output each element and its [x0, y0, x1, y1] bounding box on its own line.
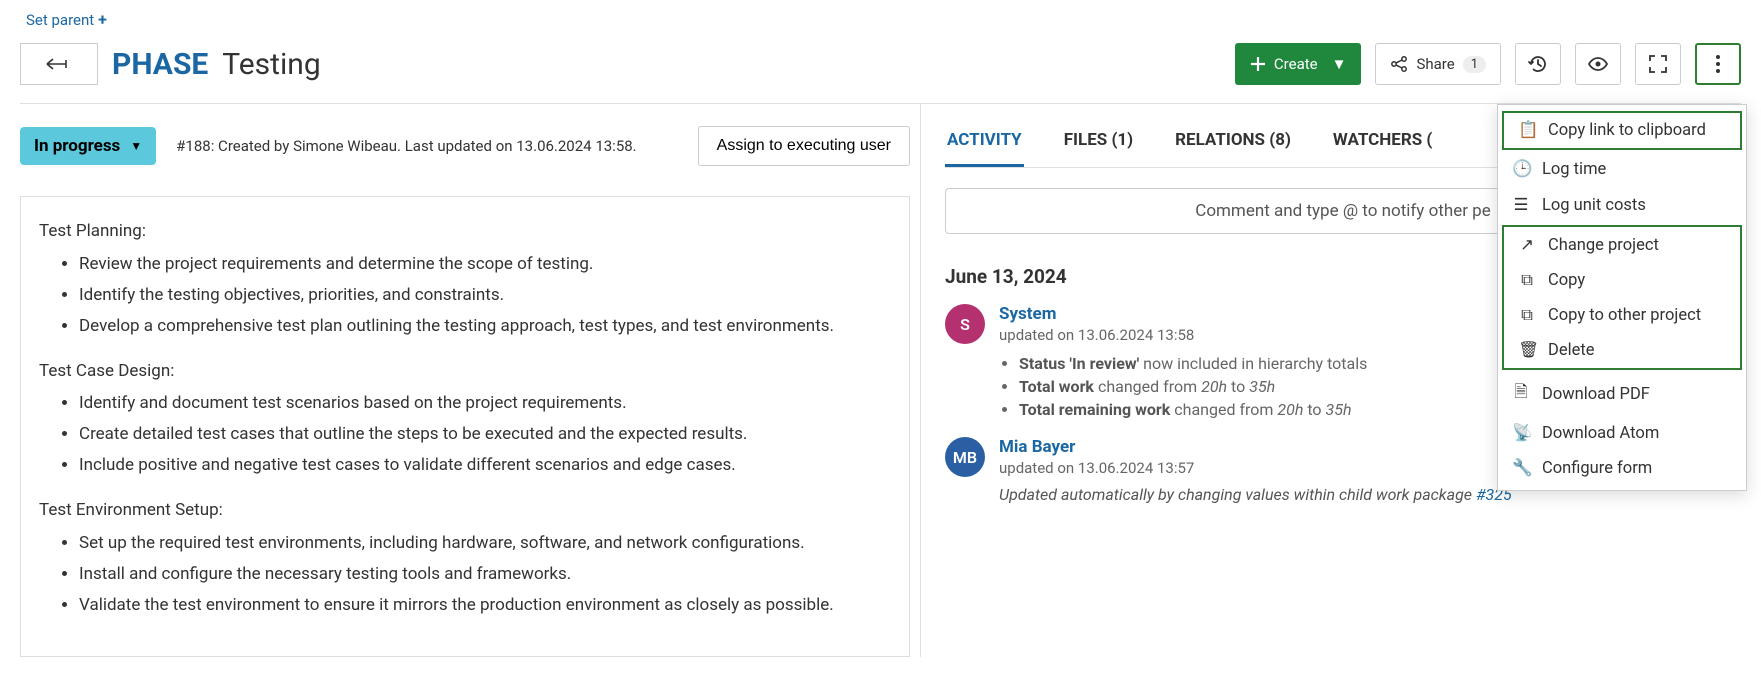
menu-copy-link[interactable]: 📋 Copy link to clipboard — [1504, 113, 1740, 148]
feed-icon: 📡 — [1512, 424, 1530, 443]
desc-heading: Test Case Design: — [39, 357, 891, 386]
tab-watchers[interactable]: WATCHERS ( — [1331, 116, 1434, 167]
desc-heading: Test Planning: — [39, 217, 891, 246]
caret-down-icon: ▼ — [130, 139, 142, 153]
create-label: Create — [1274, 55, 1318, 73]
file-icon: 🗎 — [1512, 380, 1530, 408]
more-menu-button[interactable] — [1695, 43, 1741, 85]
menu-copy-other-project[interactable]: ⧉ Copy to other project — [1504, 298, 1740, 333]
plus-icon: + — [98, 10, 107, 29]
avatar: MB — [945, 437, 985, 477]
share-label: Share — [1416, 55, 1454, 73]
status-dropdown[interactable]: In progress ▼ — [20, 127, 156, 165]
wrench-icon: 🔧 — [1512, 459, 1530, 478]
desc-item: Develop a comprehensive test plan outlin… — [79, 312, 891, 341]
watch-button[interactable] — [1575, 43, 1621, 85]
more-vertical-icon — [1715, 54, 1721, 74]
clock-icon: 🕒 — [1512, 160, 1530, 179]
caret-down-icon: ▼ — [1332, 55, 1347, 73]
share-out-icon: ↗ — [1518, 235, 1536, 255]
clipboard-icon: 📋 — [1518, 121, 1536, 140]
create-button[interactable]: Create ▼ — [1235, 43, 1362, 85]
share-icon — [1390, 55, 1408, 73]
tab-activity[interactable]: ACTIVITY — [945, 116, 1024, 167]
menu-copy[interactable]: ⧉ Copy — [1504, 263, 1740, 298]
desc-item: Install and configure the necessary test… — [79, 560, 891, 589]
entry-user-link[interactable]: System — [999, 304, 1056, 324]
page-title[interactable]: Testing — [222, 47, 320, 82]
fullscreen-button[interactable] — [1635, 43, 1681, 85]
desc-item: Set up the required test environments, i… — [79, 529, 891, 558]
menu-delete[interactable]: 🗑 Delete — [1504, 333, 1740, 368]
history-button[interactable] — [1515, 43, 1561, 85]
menu-log-unit-costs[interactable]: ☰ Log unit costs — [1498, 187, 1746, 223]
menu-configure-form[interactable]: 🔧 Configure form — [1498, 451, 1746, 486]
trash-icon: 🗑 — [1518, 341, 1536, 360]
avatar: S — [945, 304, 985, 344]
history-icon — [1527, 53, 1549, 75]
menu-download-atom[interactable]: 📡 Download Atom — [1498, 416, 1746, 451]
set-parent-label: Set parent — [26, 11, 94, 29]
desc-heading: Test Environment Setup: — [39, 496, 891, 525]
activity-date: June 13, 2024 — [945, 265, 1067, 288]
desc-item: Identify and document test scenarios bas… — [79, 389, 891, 418]
tab-relations[interactable]: RELATIONS (8) — [1173, 116, 1293, 167]
set-parent-link[interactable]: Set parent + — [20, 0, 107, 35]
more-menu-dropdown: 📋 Copy link to clipboard 🕒 Log time ☰ Lo… — [1497, 104, 1747, 491]
eye-icon — [1587, 53, 1609, 75]
share-count: 1 — [1463, 56, 1486, 73]
tab-files[interactable]: FILES (1) — [1062, 116, 1135, 167]
back-button[interactable] — [20, 43, 98, 85]
menu-change-project[interactable]: ↗ Change project — [1504, 227, 1740, 263]
menu-log-time[interactable]: 🕒 Log time — [1498, 152, 1746, 187]
share-button[interactable]: Share 1 — [1375, 43, 1501, 85]
layers-icon: ☰ — [1512, 195, 1530, 215]
desc-item: Review the project requirements and dete… — [79, 250, 891, 279]
copy-to-icon: ⧉ — [1518, 306, 1536, 325]
copy-icon: ⧉ — [1518, 271, 1536, 290]
status-label: In progress — [34, 136, 120, 156]
description-box[interactable]: Test Planning: Review the project requir… — [20, 196, 910, 657]
fullscreen-icon — [1648, 54, 1668, 74]
meta-info: #188: Created by Simone Wibeau. Last upd… — [176, 137, 636, 155]
phase-label: PHASE — [112, 47, 208, 82]
entry-user-link[interactable]: Mia Bayer — [999, 437, 1075, 457]
desc-item: Create detailed test cases that outline … — [79, 420, 891, 449]
desc-item: Identify the testing objectives, priorit… — [79, 281, 891, 310]
desc-item: Include positive and negative test cases… — [79, 451, 891, 480]
plus-icon — [1250, 56, 1266, 72]
desc-item: Validate the test environment to ensure … — [79, 591, 891, 620]
assign-button[interactable]: Assign to executing user — [698, 126, 910, 166]
menu-download-pdf[interactable]: 🗎 Download PDF — [1498, 372, 1746, 416]
back-arrow-icon — [46, 57, 72, 71]
